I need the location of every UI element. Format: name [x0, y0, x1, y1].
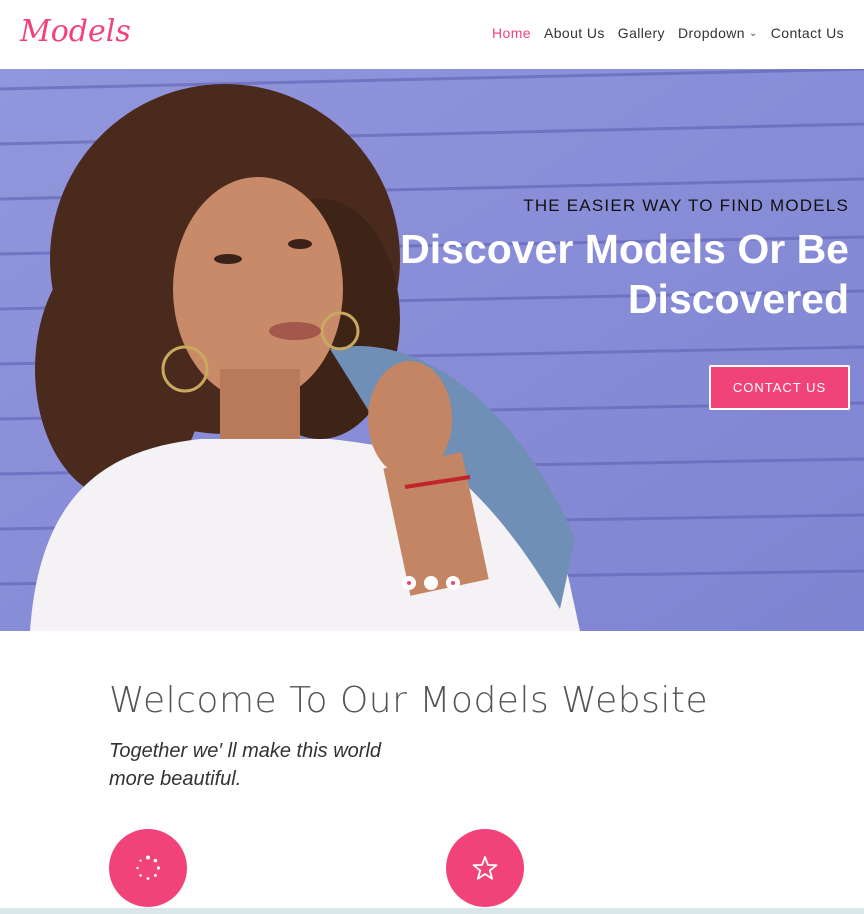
slider-dot-2[interactable] [424, 576, 438, 590]
welcome-subtitle: Together we′ ll make this world more bea… [109, 737, 469, 793]
slider-dot-1[interactable] [402, 576, 416, 590]
hero-subtitle: THE EASIER WAY TO FIND MODELS [523, 196, 849, 215]
contact-us-button[interactable]: CONTACT US [709, 365, 850, 410]
main-nav: Home About Us Gallery Dropdown ⌄ Contact… [479, 25, 844, 41]
loading-spinner-icon [136, 855, 161, 880]
section-divider [0, 908, 864, 914]
site-header: Models Home About Us Gallery Dropdown ⌄ … [0, 0, 864, 69]
nav-dropdown-label: Dropdown [677, 25, 745, 41]
star-icon [472, 856, 498, 880]
welcome-title: Welcome To Our Models Website [109, 680, 709, 721]
site-logo[interactable]: Models [20, 14, 131, 49]
hero-title-line-2: Discovered [627, 276, 849, 322]
slider-indicators [402, 576, 460, 590]
hero-title-line-1: Discover Models Or Be [400, 226, 849, 272]
feature-icon-circle-2 [446, 829, 524, 907]
nav-gallery[interactable]: Gallery [618, 25, 665, 41]
hero-slider: THE EASIER WAY TO FIND MODELS Discover M… [0, 69, 864, 631]
welcome-subtitle-line-2: more beautiful. [109, 768, 242, 790]
hero-title: Discover Models Or Be Discovered [329, 224, 849, 324]
nav-about-us[interactable]: About Us [544, 25, 605, 41]
hero-background-image [0, 69, 864, 631]
chevron-down-icon: ⌄ [748, 27, 758, 39]
slider-dot-3[interactable] [446, 576, 460, 590]
nav-home[interactable]: Home [492, 25, 531, 41]
nav-contact-us[interactable]: Contact Us [771, 25, 844, 41]
welcome-section: Welcome To Our Models Website Together w… [109, 680, 708, 793]
welcome-subtitle-line-1: Together we′ ll make this world [109, 740, 382, 762]
hero-caption: THE EASIER WAY TO FIND MODELS Discover M… [329, 196, 849, 324]
nav-dropdown[interactable]: Dropdown ⌄ [678, 25, 758, 41]
feature-icon-circle-1 [109, 829, 187, 907]
